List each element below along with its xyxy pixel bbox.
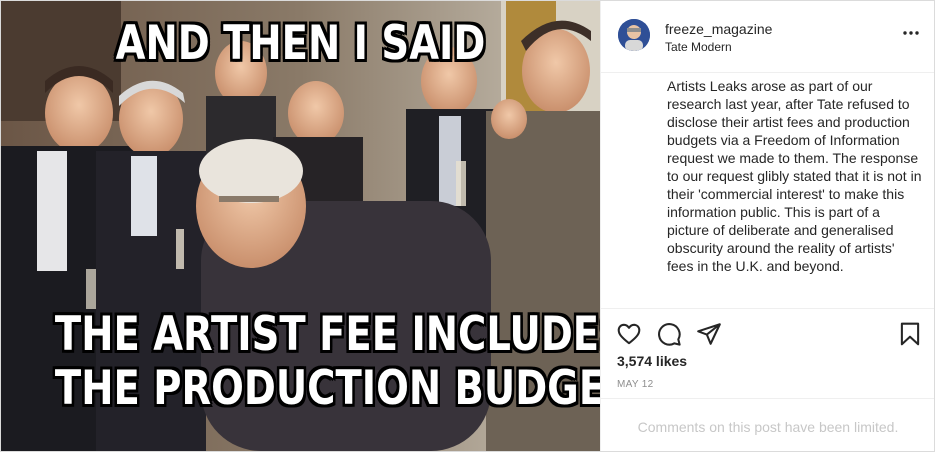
post-image[interactable]: AND THEN I SAID THE ARTIST FEE INCLUDES … bbox=[1, 1, 600, 451]
comments-limited-notice: Comments on this post have been limited. bbox=[637, 419, 899, 435]
location-link[interactable]: Tate Modern bbox=[665, 40, 732, 54]
meme-top-text: AND THEN I SAID bbox=[115, 16, 486, 71]
paper-plane-icon[interactable] bbox=[696, 321, 722, 347]
post-caption: Artists Leaks arose as part of our resea… bbox=[667, 78, 922, 274]
post-date[interactable]: MAY 12 bbox=[617, 379, 653, 390]
heart-icon[interactable] bbox=[616, 321, 642, 347]
post-header: freeze_magazine Tate Modern bbox=[601, 1, 934, 73]
username-link[interactable]: freeze_magazine bbox=[665, 21, 772, 37]
post-side-panel: freeze_magazine Tate Modern Artists Leak… bbox=[600, 1, 934, 451]
likes-count[interactable]: 3,574 likes bbox=[617, 353, 687, 369]
more-options-icon[interactable] bbox=[901, 25, 921, 41]
post-frame: AND THEN I SAID THE ARTIST FEE INCLUDES … bbox=[0, 0, 935, 452]
comments-area: Comments on this post have been limited. bbox=[601, 398, 934, 451]
meme-bottom-text-line1: THE ARTIST FEE INCLUDES bbox=[54, 307, 600, 362]
bookmark-icon[interactable] bbox=[897, 321, 923, 347]
meme-bottom-text-line2: THE PRODUCTION BUDGET bbox=[54, 361, 600, 416]
comment-icon[interactable] bbox=[656, 321, 682, 347]
action-bar bbox=[601, 308, 934, 309]
avatar[interactable] bbox=[618, 19, 650, 51]
